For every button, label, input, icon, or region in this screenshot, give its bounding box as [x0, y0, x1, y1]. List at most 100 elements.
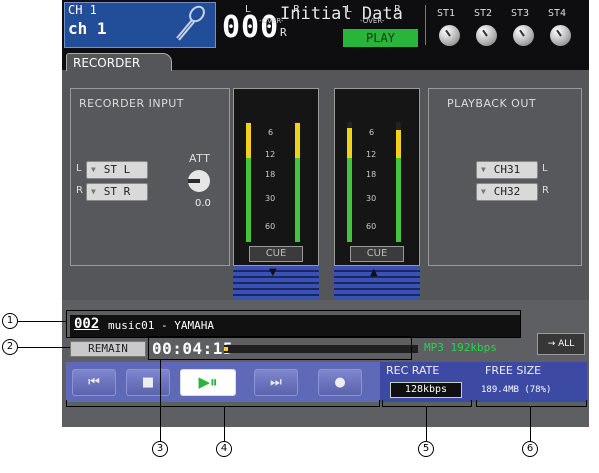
st1-label: ST1 [437, 8, 456, 19]
play-pause-icon: ▶⏸ [198, 373, 218, 391]
meter2-tick: 30 [366, 194, 377, 203]
dropdown-triangle-icon: ▼ [91, 187, 96, 196]
input-r-select[interactable]: ▼ ST R [86, 183, 148, 201]
callout-6-bracket-l [476, 400, 477, 407]
callout-2-line [18, 347, 70, 348]
down-arrow-icon: ▼ [269, 267, 277, 278]
file-format: MP3 192kbps [424, 341, 497, 354]
meter2-over-label: -OVER- [360, 17, 385, 25]
st1-knob-icon[interactable] [439, 25, 460, 46]
record-icon: ● [334, 375, 346, 390]
st2-label: ST2 [474, 8, 493, 19]
dropdown-triangle-icon: ▼ [481, 187, 486, 196]
callout-1: 1 [2, 313, 18, 329]
free-size-value: 189.4MB (78%) [481, 385, 552, 395]
callout-2: 2 [2, 339, 18, 355]
dropdown-triangle-icon: ▼ [91, 165, 96, 174]
meter1-r-green [295, 158, 300, 242]
input-l-tag: L [76, 163, 82, 174]
callout-3-line [160, 360, 161, 441]
scene-number: 000 [222, 10, 280, 45]
meter2-l-yellow [347, 128, 352, 158]
callout-5-bracket [382, 406, 472, 407]
meter1-tick: 12 [265, 150, 276, 159]
att-value: 0.0 [195, 198, 211, 209]
meter1-l-green [246, 158, 251, 242]
channel-number: CH 1 [68, 3, 97, 17]
meter1-tick: 6 [268, 128, 274, 137]
att-knob-icon[interactable] [186, 168, 212, 194]
callout-4-bracket [66, 406, 380, 407]
fast-forward-icon: ⏭ [270, 375, 282, 390]
callout-box-time [148, 336, 412, 360]
header-divider [425, 5, 426, 45]
playback-out-title: PLAYBACK OUT [447, 97, 537, 110]
recorder-screen: CH 1 ch 1 000 Initial Data R PLAY ST1 ST… [62, 0, 589, 427]
meter1-l-label: L [245, 4, 251, 15]
status-badge: PLAY [343, 29, 418, 47]
meter2-tick: 60 [366, 222, 377, 231]
rec-rate-value[interactable]: 128kbps [390, 382, 462, 398]
st2-knob-icon[interactable] [476, 25, 497, 46]
meter2-r-label: R [394, 4, 401, 15]
cue-button-playback[interactable]: CUE [350, 246, 404, 262]
input-r-value: ST R [103, 185, 131, 198]
cue-button-input[interactable]: CUE [249, 246, 303, 262]
callout-5: 5 [418, 441, 434, 457]
stop-button[interactable]: ■ [126, 369, 170, 396]
meter2-l-green [347, 158, 352, 242]
meter2-tick: 18 [366, 170, 377, 179]
meter1-r-yellow [295, 123, 300, 158]
input-l-select[interactable]: ▼ ST L [86, 161, 148, 179]
st4-knob-icon[interactable] [550, 25, 571, 46]
callout-5-bracket-r [471, 400, 472, 407]
meter1-tick: 60 [265, 222, 276, 231]
meter1-tick: 18 [265, 170, 276, 179]
callout-6-line [530, 406, 531, 441]
input-r-tag: R [76, 185, 83, 196]
rec-rate-label: REC RATE [386, 364, 440, 377]
rewind-button[interactable]: ⏮ [72, 369, 116, 396]
record-button[interactable]: ● [318, 369, 362, 396]
meter1-l-yellow [246, 123, 251, 158]
dropdown-triangle-icon: ▼ [481, 165, 486, 174]
callout-6-bracket [476, 406, 587, 407]
output-l-select[interactable]: ▼ CH31 [476, 161, 538, 179]
callout-box-song [66, 310, 521, 338]
output-r-value: CH32 [493, 185, 521, 198]
att-label: ATT [189, 152, 211, 165]
meter2-tick: 12 [366, 150, 377, 159]
st3-knob-icon[interactable] [513, 25, 534, 46]
callout-6: 6 [522, 441, 538, 457]
input-l-value: ST L [103, 163, 131, 176]
output-r-select[interactable]: ▼ CH32 [476, 183, 538, 201]
all-button[interactable]: → ALL [537, 333, 585, 355]
meter2-r-yellow [396, 130, 401, 158]
callout-3: 3 [152, 441, 168, 457]
st4-label: ST4 [548, 8, 567, 19]
callout-4-bracket-r [379, 400, 380, 407]
scene-sub: R [280, 26, 287, 39]
output-l-tag: L [542, 163, 548, 174]
play-pause-button[interactable]: ▶⏸ [180, 369, 236, 396]
callout-5-line [426, 406, 427, 441]
fast-forward-button[interactable]: ⏭ [254, 369, 298, 396]
st3-label: ST3 [511, 8, 530, 19]
meter2-r-green [396, 158, 401, 242]
rewind-icon: ⏮ [88, 375, 100, 390]
meter1-r-label: R [293, 4, 300, 15]
recorder-input-title: RECORDER INPUT [79, 97, 185, 110]
callout-4-line [224, 406, 225, 441]
tab-recorder[interactable]: RECORDER [66, 53, 172, 71]
channel-name: ch 1 [68, 19, 107, 38]
up-arrow-icon: ▲ [370, 267, 378, 278]
callout-1-line [18, 321, 66, 322]
output-r-tag: R [542, 185, 549, 196]
meter1-tick: 30 [265, 194, 276, 203]
meter1-over-label: -OVER- [259, 17, 284, 25]
callout-4: 4 [216, 441, 232, 457]
output-l-value: CH31 [493, 163, 521, 176]
free-size-label: FREE SIZE [485, 364, 542, 377]
remain-button[interactable]: REMAIN [70, 341, 146, 357]
microphone-icon [176, 5, 205, 41]
